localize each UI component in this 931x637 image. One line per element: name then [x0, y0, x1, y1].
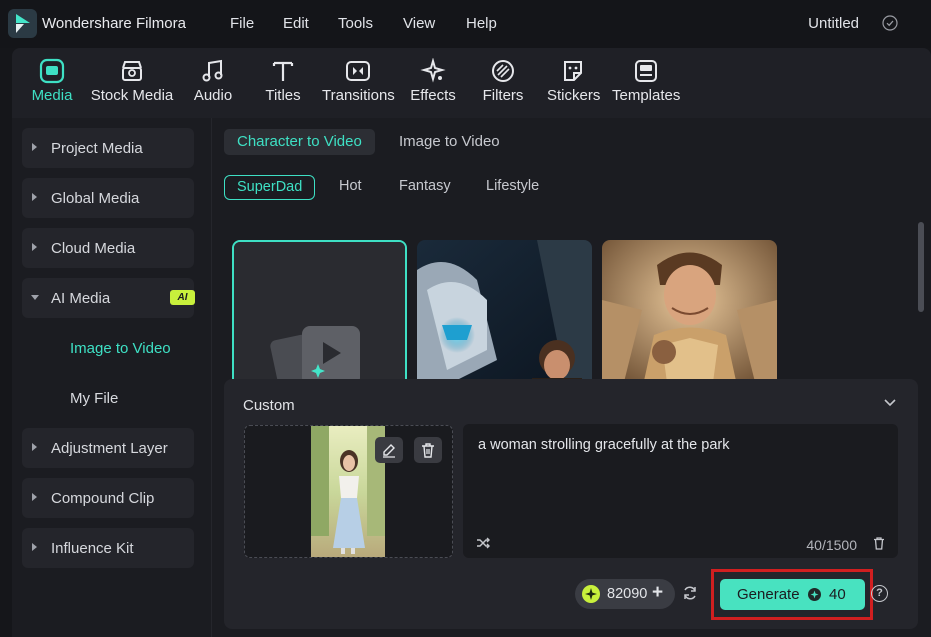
- template-golden-armor-hero[interactable]: [602, 240, 777, 390]
- app-name: Wondershare Filmora: [42, 15, 186, 32]
- sidebar-item-project-media[interactable]: Project Media: [22, 128, 194, 168]
- menu-view[interactable]: View: [403, 15, 435, 32]
- image-to-video-icon: [234, 242, 405, 388]
- generate-cost: 40: [829, 586, 846, 603]
- tool-filters-label: Filters: [482, 87, 524, 104]
- delete-image-button[interactable]: [414, 437, 442, 463]
- tab-character-to-video[interactable]: Character to Video: [224, 129, 375, 155]
- sticker-icon: [564, 61, 582, 81]
- credits-value: 82090: [607, 586, 648, 602]
- tool-stock-media-label: Stock Media: [90, 87, 174, 104]
- menu-help[interactable]: Help: [466, 15, 497, 32]
- add-credits-plus-icon[interactable]: +: [652, 582, 663, 604]
- sidebar-item-label: Compound Clip: [51, 490, 155, 507]
- sidebar-item-label: Project Media: [51, 140, 143, 157]
- tool-stickers-label: Stickers: [547, 87, 601, 104]
- sidebar: Project Media Global Media Cloud Media A…: [12, 118, 212, 637]
- trash-icon: [422, 443, 434, 458]
- category-superdad[interactable]: SuperDad: [224, 175, 316, 200]
- ai-badge: AI: [170, 290, 195, 305]
- menu-edit[interactable]: Edit: [283, 15, 309, 32]
- tool-audio-label: Audio: [193, 87, 233, 104]
- check-circle-icon[interactable]: [882, 15, 898, 31]
- sidebar-item-label: Adjustment Layer: [51, 440, 168, 457]
- content-scrollbar[interactable]: [918, 222, 924, 312]
- menu-file[interactable]: File: [230, 15, 254, 32]
- sidebar-item-global-media[interactable]: Global Media: [22, 178, 194, 218]
- filmora-logo-icon: [8, 9, 37, 38]
- sidebar-item-cloud-media[interactable]: Cloud Media: [22, 228, 194, 268]
- tool-audio[interactable]: Audio: [192, 48, 234, 118]
- sidebar-item-adjustment-layer[interactable]: Adjustment Layer: [22, 428, 194, 468]
- expand-arrow-icon: [32, 493, 37, 501]
- sidebar-item-label: Global Media: [51, 190, 140, 207]
- expand-arrow-icon: [32, 193, 37, 201]
- tool-stock-media[interactable]: Stock Media: [90, 48, 174, 118]
- uploaded-image-box[interactable]: [244, 425, 453, 558]
- tab-image-to-video[interactable]: Image to Video: [386, 129, 513, 155]
- edit-image-button[interactable]: [375, 437, 403, 463]
- sidebar-subitem-image-to-video[interactable]: Image to Video: [70, 340, 171, 357]
- credit-coin-icon: [582, 585, 600, 603]
- tool-filters[interactable]: Filters: [482, 48, 524, 118]
- main-toolbar: Media Stock Media Audio Titles Transitio…: [12, 48, 931, 118]
- prompt-textarea[interactable]: a woman strolling gracefully at the park…: [463, 424, 898, 558]
- custom-panel-title: Custom: [243, 397, 295, 414]
- tool-templates[interactable]: Templates: [612, 48, 680, 118]
- text-t-icon: [272, 61, 294, 81]
- shuffle-icon[interactable]: [476, 536, 490, 550]
- tool-titles-label: Titles: [265, 87, 301, 104]
- stock-media-icon: [122, 61, 142, 81]
- media-icon: [39, 58, 65, 84]
- refresh-icon[interactable]: [682, 585, 698, 601]
- expand-arrow-icon: [32, 143, 37, 151]
- sidebar-subitem-my-file[interactable]: My File: [70, 390, 118, 407]
- menu-tools[interactable]: Tools: [338, 15, 373, 32]
- tool-transitions-label: Transitions: [322, 87, 395, 104]
- chevron-down-icon[interactable]: [884, 399, 896, 407]
- help-icon[interactable]: ?: [871, 585, 888, 602]
- tool-templates-label: Templates: [612, 87, 681, 104]
- category-hot[interactable]: Hot: [327, 175, 374, 200]
- music-note-icon: [202, 59, 223, 82]
- clear-prompt-trash-icon[interactable]: [872, 536, 886, 550]
- character-counter: 40/1500: [806, 537, 857, 553]
- prompt-text[interactable]: a woman strolling gracefully at the park: [478, 437, 729, 453]
- credit-coin-icon: [808, 588, 821, 601]
- tool-titles[interactable]: Titles: [264, 48, 302, 118]
- sidebar-item-ai-media[interactable]: AI Media AI: [22, 278, 195, 318]
- sidebar-item-compound-clip[interactable]: Compound Clip: [22, 478, 194, 518]
- collapse-arrow-icon: [31, 295, 39, 300]
- filters-icon: [492, 60, 514, 82]
- tool-media[interactable]: Media: [29, 48, 75, 118]
- title-bar: Wondershare Filmora File Edit Tools View…: [0, 0, 931, 48]
- tool-stickers[interactable]: Stickers: [547, 48, 601, 118]
- template-custom[interactable]: [232, 240, 407, 390]
- generate-label: Generate: [737, 586, 800, 603]
- credits-balance[interactable]: 82090 +: [575, 579, 675, 609]
- expand-arrow-icon: [32, 243, 37, 251]
- uploaded-photo: [311, 426, 385, 557]
- document-title: Untitled: [808, 15, 859, 32]
- templates-icon: [635, 60, 657, 82]
- expand-arrow-icon: [32, 443, 37, 451]
- custom-panel: Custom a woman strolling gracefully at t…: [224, 379, 918, 629]
- generate-button[interactable]: Generate 40: [720, 579, 865, 610]
- tool-transitions[interactable]: Transitions: [322, 48, 395, 118]
- pencil-icon: [383, 444, 395, 458]
- sparkle-effects-icon: [420, 58, 446, 83]
- transitions-icon: [346, 61, 370, 81]
- tool-effects[interactable]: Effects: [410, 48, 456, 118]
- category-fantasy[interactable]: Fantasy: [387, 175, 463, 200]
- expand-arrow-icon: [32, 543, 37, 551]
- template-robot-astronaut[interactable]: [417, 240, 592, 390]
- sidebar-item-label: Influence Kit: [51, 540, 134, 557]
- category-lifestyle[interactable]: Lifestyle: [474, 175, 551, 200]
- sidebar-item-label: Cloud Media: [51, 240, 136, 257]
- tool-media-label: Media: [31, 87, 73, 104]
- tool-effects-label: Effects: [410, 87, 456, 104]
- sidebar-item-influence-kit[interactable]: Influence Kit: [22, 528, 194, 568]
- sidebar-item-label: AI Media: [51, 290, 111, 307]
